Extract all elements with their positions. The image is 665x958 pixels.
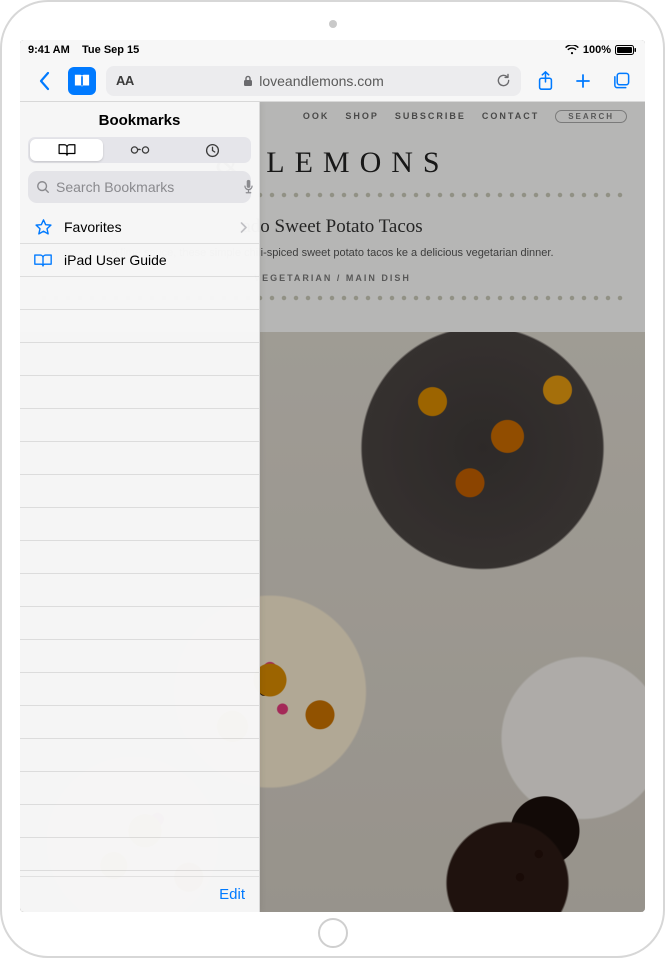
address-url: loveandlemons.com xyxy=(259,73,384,89)
sidebar-title: Bookmarks xyxy=(20,102,259,137)
list-item xyxy=(20,442,259,475)
screen: 9:41 AM Tue Sep 15 100% xyxy=(20,40,645,912)
list-item xyxy=(20,838,259,871)
status-left: 9:41 AM Tue Sep 15 xyxy=(28,44,139,56)
status-right: 100% xyxy=(565,44,637,56)
bookmarks-button[interactable] xyxy=(68,67,96,95)
share-button[interactable] xyxy=(531,67,559,95)
front-camera xyxy=(329,20,337,28)
list-item xyxy=(20,310,259,343)
content-area: OOK SHOP SUBSCRIBE CONTACT SEARCH & LEMO… xyxy=(20,102,645,912)
list-item xyxy=(20,508,259,541)
battery-percent: 100% xyxy=(583,44,611,56)
lock-icon xyxy=(243,75,253,87)
screen-bezel: 9:41 AM Tue Sep 15 100% xyxy=(20,40,645,912)
bookmarks-row-label: iPad User Guide xyxy=(64,252,167,268)
list-item xyxy=(20,739,259,772)
search-icon xyxy=(36,180,50,194)
list-item xyxy=(20,706,259,739)
list-item xyxy=(20,277,259,310)
segment-history[interactable] xyxy=(176,139,249,161)
clock-icon xyxy=(205,143,220,158)
list-item xyxy=(20,343,259,376)
list-item xyxy=(20,574,259,607)
book-open-icon xyxy=(57,143,77,157)
home-button[interactable] xyxy=(318,918,348,948)
bookmarks-list: Favorites iPad User Guide xyxy=(20,211,259,876)
bookmarks-row-favorites[interactable]: Favorites xyxy=(20,211,259,244)
sidebar-footer: Edit xyxy=(20,876,259,912)
ipad-device-frame: 9:41 AM Tue Sep 15 100% xyxy=(0,0,665,958)
list-item xyxy=(20,376,259,409)
list-item xyxy=(20,541,259,574)
chevron-right-icon xyxy=(240,222,247,233)
tabs-button[interactable] xyxy=(607,67,635,95)
list-item xyxy=(20,772,259,805)
bookmarks-search[interactable] xyxy=(28,171,251,203)
segment-bookmarks[interactable] xyxy=(30,139,103,161)
sidebar-segmented-control[interactable] xyxy=(28,137,251,163)
reload-button[interactable] xyxy=(496,73,511,88)
list-item xyxy=(20,673,259,706)
star-outline-icon xyxy=(32,218,54,237)
list-item xyxy=(20,805,259,838)
new-tab-button[interactable] xyxy=(569,67,597,95)
back-button[interactable] xyxy=(30,67,58,95)
status-time: 9:41 AM xyxy=(28,44,70,56)
battery-icon xyxy=(615,45,637,55)
bookmarks-search-input[interactable] xyxy=(56,179,237,195)
list-item xyxy=(20,640,259,673)
list-item xyxy=(20,475,259,508)
reader-aa-button[interactable]: AA xyxy=(116,73,134,88)
bookmarks-row-ipad-user-guide[interactable]: iPad User Guide xyxy=(20,244,259,277)
list-item xyxy=(20,409,259,442)
status-bar: 9:41 AM Tue Sep 15 100% xyxy=(20,40,645,60)
dictation-icon[interactable] xyxy=(243,179,254,195)
segment-reading-list[interactable] xyxy=(103,139,176,161)
safari-toolbar: AA loveandlemons.com xyxy=(20,60,645,102)
bookmarks-sidebar: Bookmarks xyxy=(20,102,260,912)
wifi-icon xyxy=(565,45,579,55)
address-bar[interactable]: AA loveandlemons.com xyxy=(106,66,521,96)
book-icon xyxy=(32,253,54,268)
status-date: Tue Sep 15 xyxy=(82,44,139,56)
bookmarks-row-label: Favorites xyxy=(64,219,122,235)
list-item xyxy=(20,607,259,640)
glasses-icon xyxy=(129,145,151,155)
edit-button[interactable]: Edit xyxy=(219,886,245,903)
